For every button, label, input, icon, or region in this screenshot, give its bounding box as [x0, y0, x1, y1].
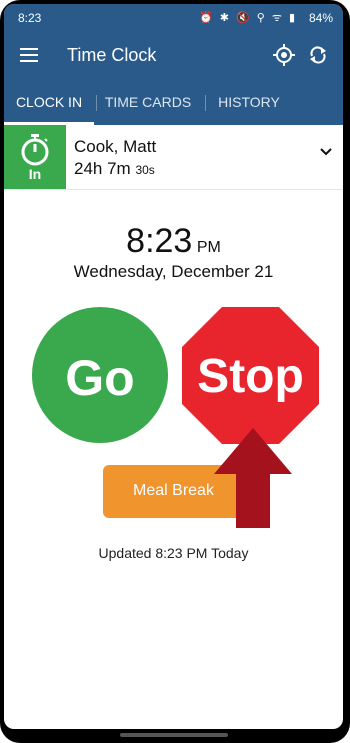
arrow-up-icon: [214, 428, 292, 528]
status-bar: 8:23 ⏰ ✱ 🔇 ⚲ ᯤ ▮ 84%: [4, 4, 343, 32]
clock-status-label: In: [28, 166, 42, 182]
battery-level: 84%: [308, 11, 333, 25]
employee-hours: 24h 7m 30s: [74, 159, 155, 179]
locate-icon[interactable]: [273, 44, 295, 66]
stop-button-label: Stop: [197, 350, 304, 403]
status-time: 8:23: [18, 11, 42, 25]
tab-time-cards[interactable]: TIME CARDS: [100, 80, 196, 125]
app-title: Time Clock: [67, 45, 157, 65]
current-time: 8:23 PM: [4, 222, 343, 261]
home-indicator[interactable]: [120, 733, 228, 737]
hours-seconds: 30s: [135, 163, 155, 177]
tab-history[interactable]: HISTORY: [209, 80, 289, 125]
current-date: Wednesday, December 21: [73, 262, 274, 281]
tab-divider: [205, 95, 206, 111]
screen: 8:23 ⏰ ✱ 🔇 ⚲ ᯤ ▮ 84% Time Clock CLOCK IN…: [4, 4, 343, 729]
menu-icon[interactable]: [20, 48, 38, 62]
current-time-value: 8:23: [126, 222, 193, 260]
employee-row[interactable]: In Cook, Matt 24h 7m 30s: [4, 125, 343, 190]
employee-name: Cook, Matt: [74, 137, 157, 156]
chevron-down-icon[interactable]: [319, 147, 333, 157]
sync-icon[interactable]: [307, 44, 329, 66]
stop-button[interactable]: Stop: [182, 307, 319, 444]
hours-main: 24h 7m: [74, 159, 131, 178]
current-time-ampm: PM: [196, 239, 221, 256]
stopwatch-icon: [21, 134, 49, 166]
go-button-label: Go: [65, 350, 135, 406]
clock-status-badge: In: [4, 125, 66, 189]
app-bar: Time Clock: [4, 32, 343, 80]
last-updated-text: Updated 8:23 PM Today: [98, 545, 249, 561]
phone-frame: 8:23 ⏰ ✱ 🔇 ⚲ ᯤ ▮ 84% Time Clock CLOCK IN…: [0, 0, 350, 743]
go-button[interactable]: Go: [32, 307, 168, 443]
tab-bar: CLOCK IN TIME CARDS HISTORY: [4, 80, 343, 125]
status-icons: ⏰ ✱ 🔇 ⚲ ᯤ ▮: [198, 12, 297, 24]
tab-divider: [96, 95, 97, 111]
tab-clock-in[interactable]: CLOCK IN: [4, 80, 94, 125]
